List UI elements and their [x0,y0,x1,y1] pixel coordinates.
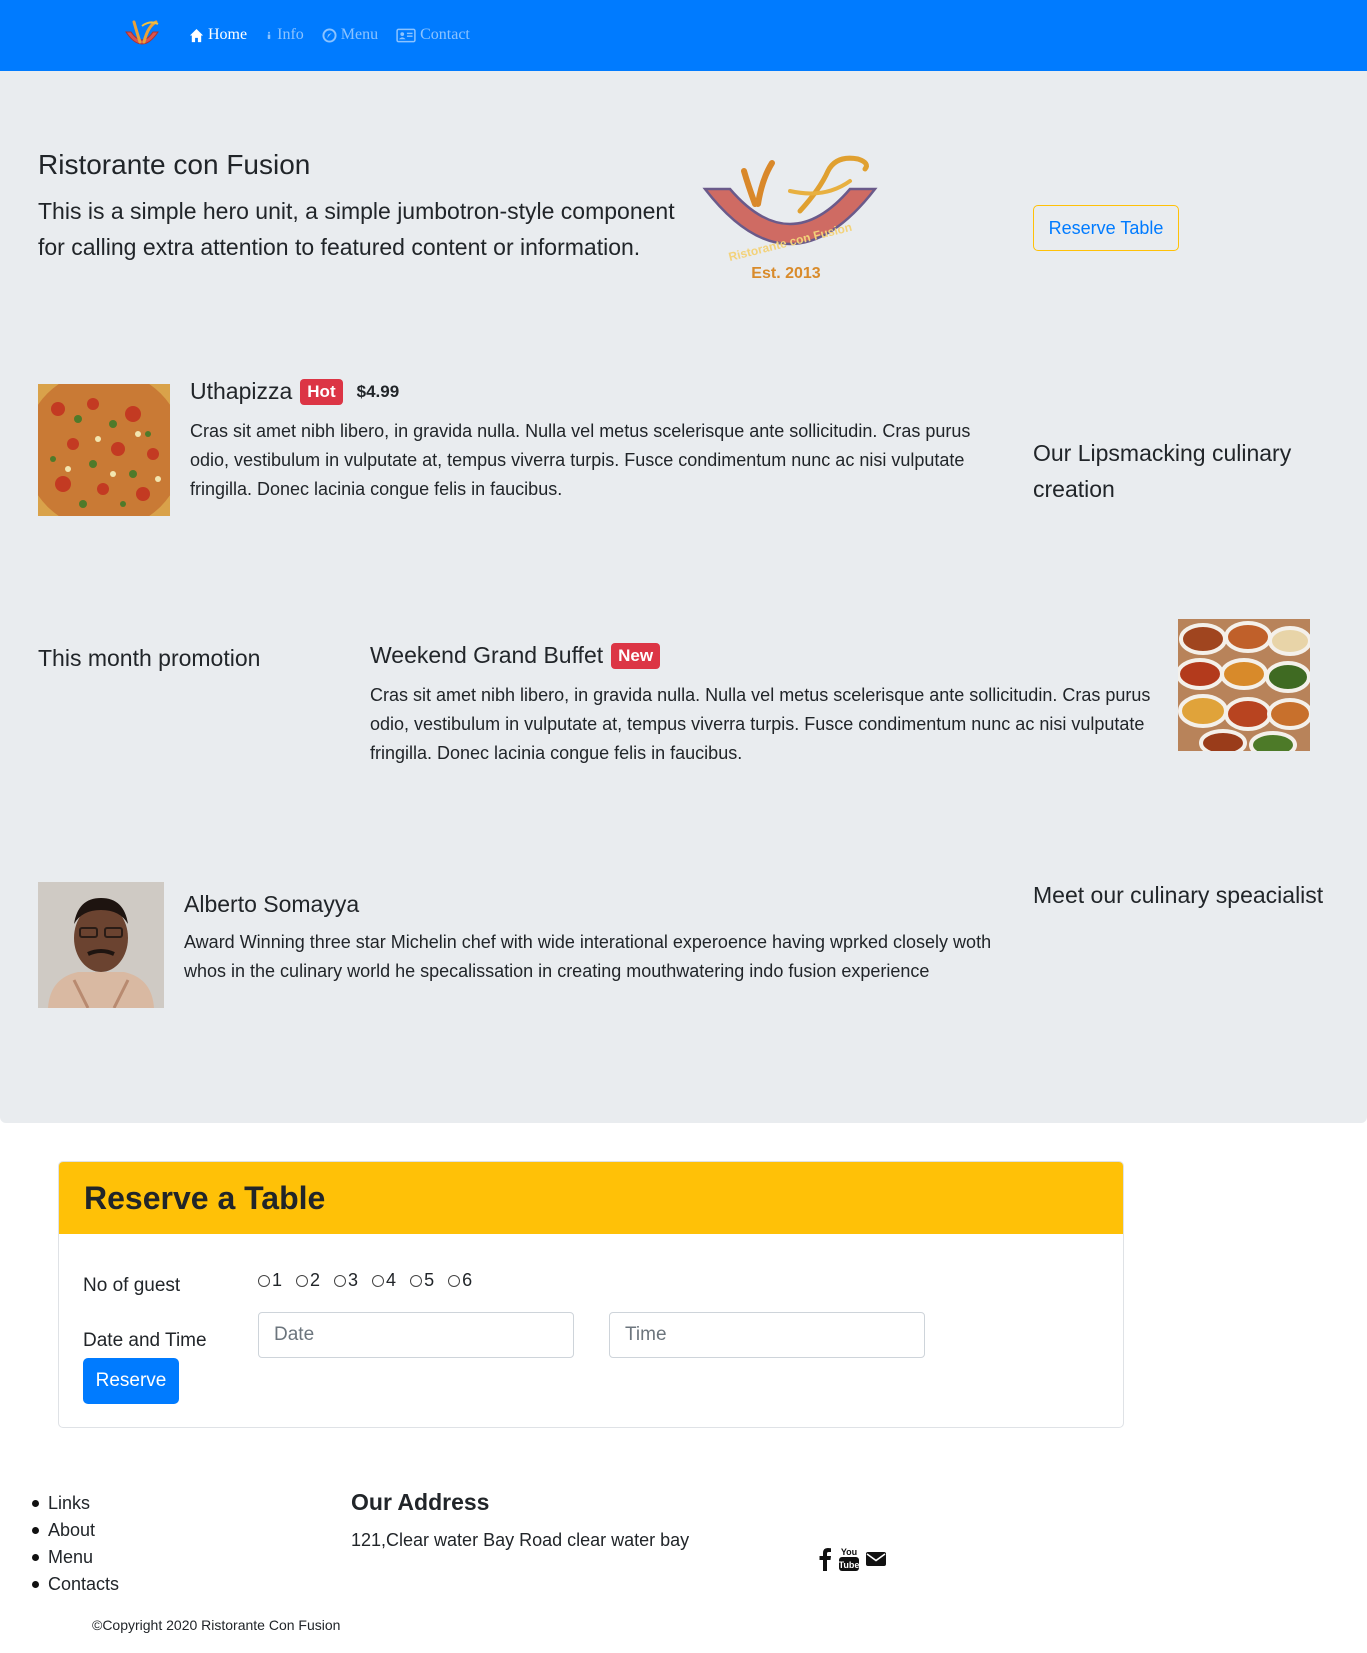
guest-option-4[interactable]: 4 [372,1270,396,1291]
reserve-card: Reserve a Table No of guest 1 2 3 4 5 6 … [58,1161,1124,1428]
svg-text:Tube: Tube [839,1560,860,1570]
address-text: 121,Clear water Bay Road clear water bay [351,1530,690,1550]
hot-badge: Hot [300,378,343,405]
chef-side-text: Meet our culinary speacialist [1033,882,1324,908]
radio-circle[interactable] [334,1274,347,1287]
guest-label: No of guest [83,1275,181,1296]
footer-links: Links About Menu Contacts [32,1490,119,1598]
datetime-label: Date and Time [83,1330,207,1351]
facebook-icon[interactable] [818,1547,832,1571]
reserve-card-title: Reserve a Table [84,1180,326,1216]
navbar: Home Info Menu Contact [0,0,1367,71]
youtube-icon[interactable]: You Tube [838,1546,860,1572]
hero-logo: Ristorante con Fusion Est. 2013 [702,155,878,282]
dish-description: Cras sit amet nibh libero, in gravida nu… [190,421,971,499]
radio-circle[interactable] [410,1274,423,1287]
dish-name: Uthapizza [190,378,293,404]
radio-circle[interactable] [258,1274,270,1287]
logo-est: Est. 2013 [751,265,820,282]
bullet [32,1500,39,1507]
dish-price: $4.99 [356,381,400,401]
nav-home[interactable]: Home [189,26,247,44]
guest-option-2[interactable]: 2 [296,1270,320,1291]
promotion-heading: Weekend Grand Buffet New [370,642,661,669]
jumbotron: Ristorante con Fusion This is a simple h… [0,71,1367,1123]
bullet [32,1527,39,1534]
radio-circle[interactable] [372,1274,385,1287]
guest-option-6[interactable]: 6 [448,1270,472,1291]
buffet-image [1178,619,1310,751]
restaurant-logo[interactable] [122,16,162,56]
hero-lead: This is a simple hero unit, a simple jum… [38,198,675,260]
footer-link-contacts[interactable]: Contacts [32,1571,119,1598]
social-icons: You Tube [818,1546,892,1572]
footer-link-about[interactable]: About [32,1517,119,1544]
guest-radio-group: 1 2 3 4 5 6 [258,1270,486,1291]
hero-title: Ristorante con Fusion [38,149,311,180]
copyright-text: ©Copyright 2020 Ristorante Con Fusion [92,1617,341,1633]
date-input[interactable]: Date [258,1312,574,1358]
footer-link-menu[interactable]: Menu [32,1544,119,1571]
uthapizza-image [38,384,170,516]
envelope-icon[interactable] [866,1551,886,1567]
chef-heading: Alberto Somayya [184,891,359,918]
nav-contact[interactable]: Contact [396,26,470,44]
guest-option-3[interactable]: 3 [334,1270,358,1291]
promotion-name: Weekend Grand Buffet [370,642,604,668]
home-icon [189,28,204,42]
promotion-side-text: This month promotion [38,645,261,671]
chef-name: Alberto Somayya [184,891,360,917]
address-card-icon [396,28,416,42]
nav-home-label: Home [208,26,248,43]
nav-menu[interactable]: Menu [322,26,378,44]
info-icon [267,31,271,39]
nav-info-label: Info [277,26,304,43]
guest-option-5[interactable]: 5 [410,1270,434,1291]
svg-text:You: You [841,1547,857,1557]
reserve-table-button[interactable]: Reserve Table [1033,205,1179,251]
nav-info[interactable]: Info [265,26,304,44]
bullet [32,1554,39,1561]
promotion-description: Cras sit amet nibh libero, in gravida nu… [370,685,1151,763]
nav-contact-label: Contact [420,26,470,43]
footer-link-links[interactable]: Links [32,1490,119,1517]
reserve-submit-button[interactable]: Reserve [83,1358,179,1404]
radio-circle[interactable] [296,1274,309,1287]
radio-circle[interactable] [448,1274,461,1287]
nav-menu-label: Menu [340,26,379,43]
reserve-card-header: Reserve a Table [59,1162,1123,1234]
guest-option-1[interactable]: 1 [258,1270,282,1291]
chef-description: Award Winning three star Michelin chef w… [184,932,992,981]
time-input[interactable]: Time [609,1312,925,1358]
new-badge: New [611,642,661,669]
dish-side-text: Our Lipsmacking culinary creation [1033,440,1292,502]
dish-heading: Uthapizza Hot $4.99 [190,378,399,405]
chef-photo [38,882,164,1008]
list-icon [322,27,337,43]
bullet [32,1581,39,1588]
address-title: Our Address [351,1489,490,1515]
